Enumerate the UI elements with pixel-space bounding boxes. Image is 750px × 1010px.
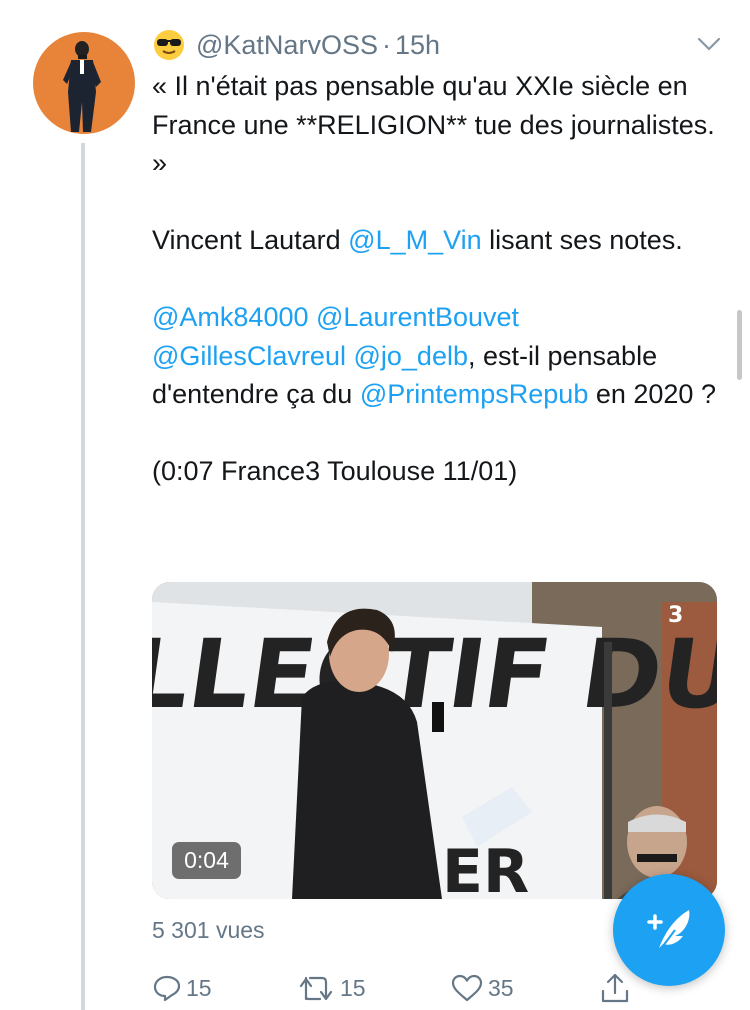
retweet-icon	[299, 976, 333, 1001]
mention-link[interactable]: @jo_delb	[353, 341, 468, 371]
tweet-time[interactable]: 15h	[395, 30, 440, 61]
mention-link[interactable]: @LaurentBouvet	[316, 302, 519, 332]
mention-link[interactable]: @Amk84000	[152, 302, 309, 332]
video-duration-badge: 0:04	[172, 842, 241, 879]
text-run: Vincent Lautard	[152, 225, 349, 255]
tweet-header: @KatNarvOSS · 15h	[152, 30, 440, 60]
mention-link[interactable]: @PrintempsRepub	[360, 379, 589, 409]
author-avatar[interactable]	[33, 32, 135, 134]
sunglasses-face-emoji-icon	[152, 28, 186, 62]
avatar-figure	[63, 41, 101, 132]
retweet-button[interactable]: 15	[298, 968, 366, 1008]
tweet-paragraph-3: @Amk84000 @LaurentBouvet @GillesClavreul …	[152, 298, 732, 414]
mention-link[interactable]: @L_M_Vin	[348, 225, 481, 255]
channel-logo: 3	[668, 603, 683, 628]
scrollbar[interactable]	[737, 310, 742, 380]
mention-link[interactable]: @GillesClavreul	[152, 341, 346, 371]
reply-icon	[153, 975, 181, 1002]
compose-feather-icon	[647, 910, 690, 955]
tweet-paragraph-4: (0:07 France3 Toulouse 11/01)	[152, 456, 518, 486]
tweet-text: « Il n'était pas pensable qu'au XXIe siè…	[152, 67, 732, 491]
tweet-quote-paragraph: « Il n'était pas pensable qu'au XXIe siè…	[152, 71, 715, 178]
compose-tweet-button[interactable]	[613, 874, 725, 986]
heart-icon	[451, 974, 483, 1002]
view-count: 5 301 vues	[152, 917, 265, 943]
header-separator: ·	[381, 29, 391, 60]
reply-count: 15	[186, 974, 212, 1001]
thread-line	[81, 143, 85, 1010]
text-run: en 2020 ?	[588, 379, 716, 409]
author-handle[interactable]: @KatNarvOSS	[196, 30, 378, 61]
chevron-down-icon[interactable]	[697, 36, 721, 52]
reply-button[interactable]: 15	[152, 968, 212, 1008]
like-button[interactable]: 35	[450, 968, 514, 1008]
like-count: 35	[488, 974, 514, 1001]
text-run: lisant ses notes.	[481, 225, 683, 255]
banner-text-lower: ER	[442, 837, 529, 899]
tweet-paragraph-2: Vincent Lautard @L_M_Vin lisant ses note…	[152, 221, 732, 260]
retweet-count: 15	[340, 974, 366, 1001]
tweet-actions: 15 15 35	[152, 968, 642, 1008]
